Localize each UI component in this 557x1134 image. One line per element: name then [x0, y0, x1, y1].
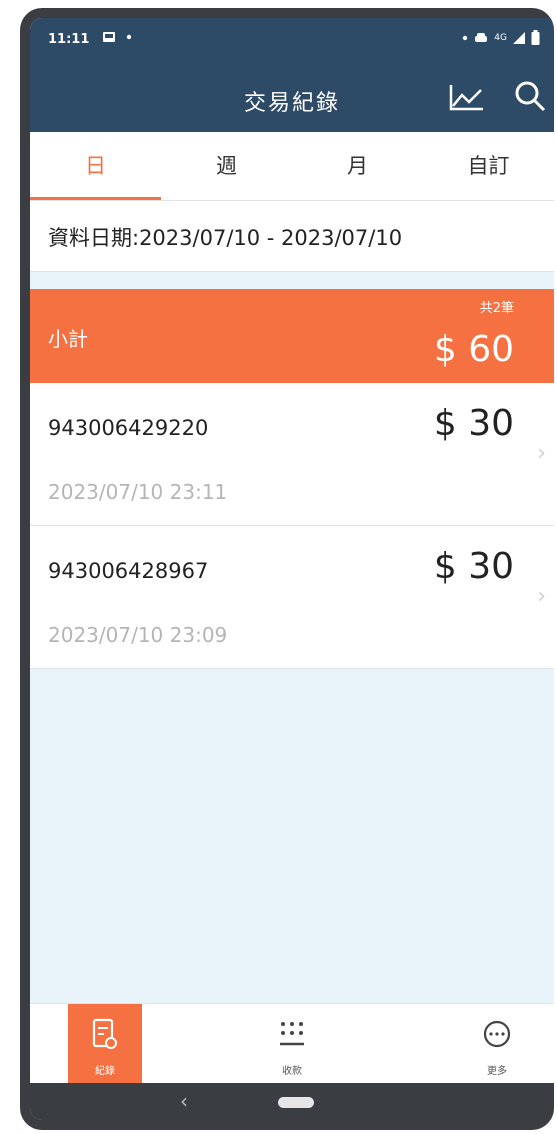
subtotal-label: 小計: [48, 327, 88, 351]
nav-collect[interactable]: 收款: [255, 1004, 329, 1084]
status-right-icons: 4G: [462, 30, 540, 45]
line-chart-icon: [449, 85, 483, 111]
date-range-text: 資料日期:2023/07/10 - 2023/07/10: [48, 226, 403, 250]
transaction-amount: $ 30: [433, 546, 514, 587]
transaction-id: 943006428967: [48, 559, 209, 583]
network-type: 4G: [494, 32, 507, 43]
tab-day[interactable]: 日: [30, 132, 161, 200]
system-nav-bar: ‹: [30, 1083, 554, 1120]
battery-icon: [531, 30, 540, 45]
search-button[interactable]: [512, 78, 548, 114]
phone-frame: 11:11 4G 交易紀錄 日 週 月 自訂 資料日期:2023/07/10 -…: [20, 8, 554, 1130]
subtotal-count: 共2筆: [479, 301, 514, 316]
status-bar: 11:11 4G: [30, 18, 554, 64]
transaction-id: 943006429220: [48, 416, 209, 440]
more-icon: [483, 1020, 511, 1048]
status-left-icons: [102, 30, 132, 44]
back-icon[interactable]: ‹: [180, 1089, 188, 1113]
tab-month[interactable]: 月: [292, 132, 423, 200]
dot-icon: [463, 35, 468, 40]
nav-collect-label: 收款: [282, 1066, 302, 1077]
app-bar: 交易紀錄: [30, 64, 554, 132]
bottom-nav: 紀錄 收款 更多: [30, 1003, 554, 1084]
dot-icon: [126, 34, 132, 40]
subtotal-amount: $ 60: [433, 329, 514, 370]
transaction-row[interactable]: 943006429220 $ 30 2023/07/10 23:11 ›: [30, 383, 554, 526]
image-notification-icon: [103, 32, 115, 42]
receipt-icon: [92, 1018, 117, 1049]
tab-week[interactable]: 週: [161, 132, 292, 200]
transaction-time: 2023/07/10 23:11: [48, 480, 228, 504]
signal-icon: [513, 31, 525, 44]
search-icon: [515, 81, 546, 112]
date-range-bar: 資料日期:2023/07/10 - 2023/07/10: [30, 201, 554, 272]
keypad-icon: [280, 1022, 304, 1046]
tab-custom[interactable]: 自訂: [423, 132, 554, 200]
transaction-time: 2023/07/10 23:09: [48, 623, 228, 647]
nav-more[interactable]: 更多: [460, 1004, 534, 1084]
transaction-amount: $ 30: [433, 403, 514, 444]
home-button[interactable]: [278, 1097, 314, 1108]
transaction-row[interactable]: 943006428967 $ 30 2023/07/10 23:09 ›: [30, 526, 554, 669]
car-icon: [475, 32, 488, 42]
period-tabs: 日 週 月 自訂: [30, 132, 554, 201]
nav-records-label: 紀錄: [95, 1066, 115, 1077]
chevron-right-icon: ›: [537, 584, 546, 609]
subtotal-bar: 小計 共2筆 $ 60: [30, 289, 554, 383]
nav-records[interactable]: 紀錄: [68, 1004, 142, 1084]
screen: 11:11 4G 交易紀錄 日 週 月 自訂 資料日期:2023/07/10 -…: [30, 18, 554, 1120]
chart-button[interactable]: [447, 81, 487, 115]
chevron-right-icon: ›: [537, 441, 546, 466]
status-time: 11:11: [48, 32, 90, 47]
nav-more-label: 更多: [487, 1066, 507, 1077]
